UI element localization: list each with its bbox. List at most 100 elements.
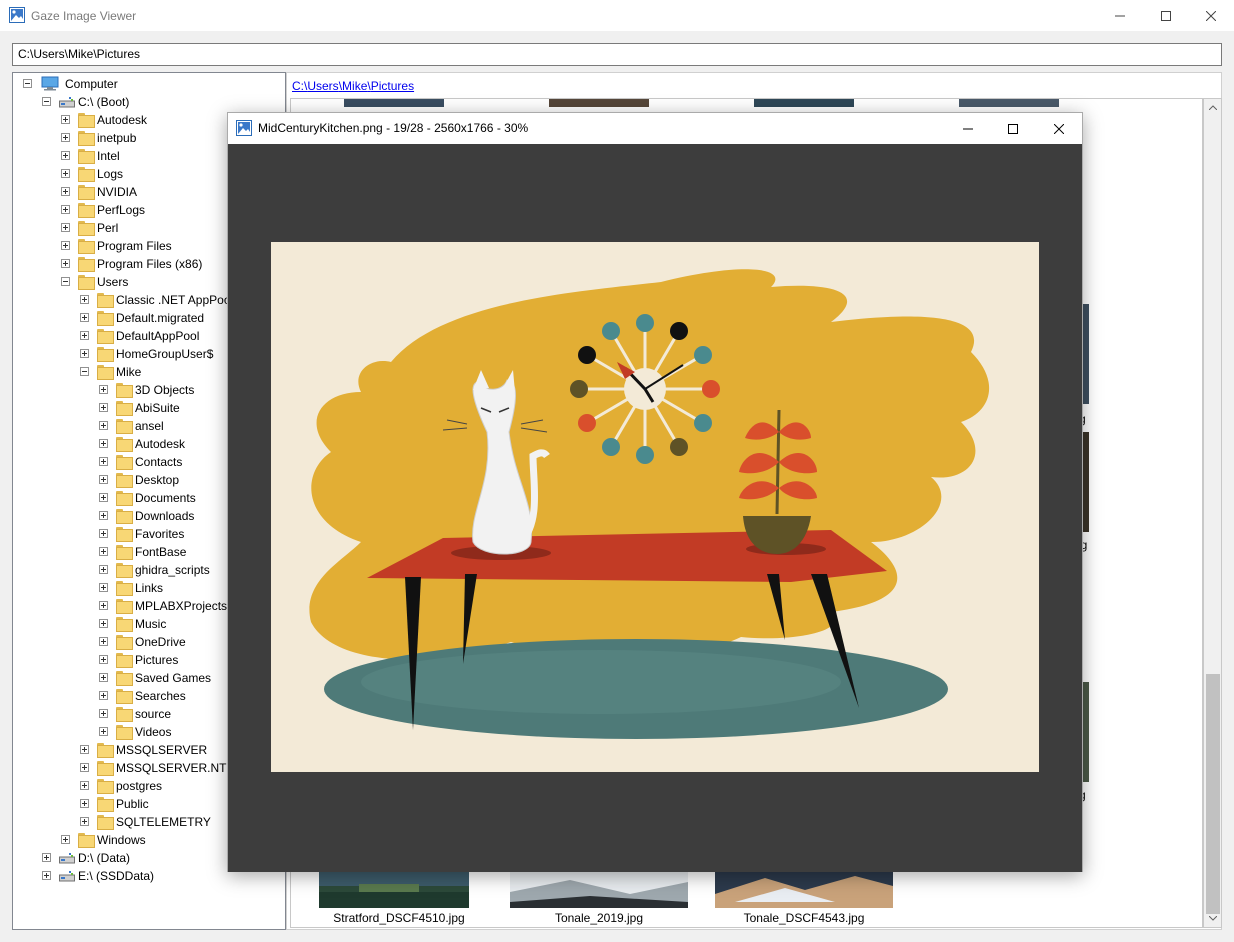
thumbnail-caption: Tonale_2019.jpg — [554, 911, 644, 925]
expand-toggle[interactable] — [80, 349, 89, 358]
scroll-down-button[interactable] — [1204, 910, 1221, 927]
expand-toggle[interactable] — [99, 475, 108, 484]
expand-toggle[interactable] — [99, 457, 108, 466]
expand-toggle[interactable] — [99, 691, 108, 700]
close-button[interactable] — [1188, 0, 1234, 31]
thumbnail-partial[interactable] — [959, 99, 1059, 107]
minimize-button[interactable] — [1097, 0, 1143, 31]
expand-toggle[interactable] — [99, 421, 108, 430]
thumbnail[interactable] — [319, 872, 469, 908]
vertical-scrollbar[interactable] — [1203, 98, 1222, 928]
thumbnail-partial[interactable] — [754, 99, 854, 107]
expand-toggle[interactable] — [61, 151, 70, 160]
viewer-maximize-button[interactable] — [990, 113, 1036, 144]
breadcrumb-part[interactable]: Mike — [342, 79, 367, 93]
collapse-toggle[interactable] — [42, 97, 51, 106]
thumbnail-partial[interactable] — [549, 99, 649, 107]
scrollbar-thumb[interactable] — [1206, 674, 1220, 914]
expand-toggle[interactable] — [99, 565, 108, 574]
expand-toggle[interactable] — [80, 313, 89, 322]
address-input[interactable]: C:\Users\Mike\Pictures — [12, 43, 1222, 66]
drive-icon — [59, 853, 75, 864]
expand-toggle[interactable] — [61, 259, 70, 268]
tree-node-label: Mike — [116, 365, 142, 379]
folder-icon — [78, 221, 95, 236]
tree-node-label: postgres — [116, 779, 163, 793]
expand-toggle[interactable] — [99, 709, 108, 718]
expand-toggle[interactable] — [99, 637, 108, 646]
tree-node-label: Program Files (x86) — [97, 257, 203, 271]
expand-toggle[interactable] — [99, 673, 108, 682]
tree-node-label: NVIDIA — [97, 185, 138, 199]
collapse-toggle[interactable] — [23, 79, 32, 88]
tree-node-label: 3D Objects — [135, 383, 195, 397]
expand-toggle[interactable] — [80, 799, 89, 808]
expand-toggle[interactable] — [61, 133, 70, 142]
expand-toggle[interactable] — [99, 601, 108, 610]
folder-icon — [97, 815, 114, 830]
viewer-title-bar[interactable]: MidCenturyKitchen.png - 19/28 - 2560x176… — [228, 113, 1082, 144]
expand-toggle[interactable] — [61, 241, 70, 250]
maximize-button[interactable] — [1143, 0, 1189, 31]
expand-toggle[interactable] — [99, 403, 108, 412]
folder-icon — [78, 113, 95, 128]
folder-icon — [116, 599, 133, 614]
expand-toggle[interactable] — [42, 853, 51, 862]
expand-toggle[interactable] — [61, 169, 70, 178]
collapse-toggle[interactable] — [80, 367, 89, 376]
image-canvas[interactable] — [228, 144, 1082, 872]
folder-icon — [78, 185, 95, 200]
expand-toggle[interactable] — [99, 511, 108, 520]
folder-icon — [116, 545, 133, 560]
expand-toggle[interactable] — [99, 385, 108, 394]
scroll-up-button[interactable] — [1204, 99, 1221, 116]
tree-node-label: ghidra_scripts — [135, 563, 210, 577]
expand-toggle[interactable] — [99, 439, 108, 448]
tree-node-label: Saved Games — [135, 671, 212, 685]
expand-toggle[interactable] — [99, 493, 108, 502]
expand-toggle[interactable] — [99, 547, 108, 556]
folder-icon — [97, 743, 114, 758]
expand-toggle[interactable] — [61, 223, 70, 232]
breadcrumb-part[interactable]: C: — [292, 79, 304, 93]
expand-toggle[interactable] — [61, 205, 70, 214]
tree-node-label: DefaultAppPool — [116, 329, 200, 343]
folder-icon — [116, 581, 133, 596]
close-icon — [1054, 123, 1064, 134]
expand-toggle[interactable] — [80, 817, 89, 826]
expand-toggle[interactable] — [61, 115, 70, 124]
expand-toggle[interactable] — [99, 583, 108, 592]
tree-node-label: Logs — [97, 167, 124, 181]
expand-toggle[interactable] — [99, 727, 108, 736]
expand-toggle[interactable] — [42, 871, 51, 880]
image-viewer-window[interactable]: MidCenturyKitchen.png - 19/28 - 2560x176… — [227, 112, 1083, 872]
tree-node-label: MPLABXProjects — [135, 599, 228, 613]
tree-node-label: Autodesk — [97, 113, 148, 127]
expand-toggle[interactable] — [61, 187, 70, 196]
thumbnail[interactable] — [715, 872, 893, 908]
expand-toggle[interactable] — [99, 619, 108, 628]
collapse-toggle[interactable] — [61, 277, 70, 286]
app-icon — [9, 7, 25, 23]
folder-icon — [116, 563, 133, 578]
thumbnail[interactable] — [510, 872, 688, 908]
expand-toggle[interactable] — [99, 529, 108, 538]
tree-node[interactable]: C:\ (Boot) — [13, 93, 285, 111]
expand-toggle[interactable] — [80, 781, 89, 790]
tree-node-label: Contacts — [135, 455, 183, 469]
folder-icon — [116, 671, 133, 686]
minimize-icon — [1115, 15, 1125, 16]
thumbnail-partial[interactable] — [344, 99, 444, 107]
tree-node-label: Windows — [97, 833, 146, 847]
viewer-minimize-button[interactable] — [945, 113, 991, 144]
expand-toggle[interactable] — [61, 835, 70, 844]
expand-toggle[interactable] — [80, 763, 89, 772]
breadcrumb-part[interactable]: Users — [307, 79, 338, 93]
expand-toggle[interactable] — [80, 745, 89, 754]
expand-toggle[interactable] — [80, 295, 89, 304]
tree-node-label: C:\ (Boot) — [78, 95, 130, 109]
breadcrumb-part[interactable]: Pictures — [371, 79, 414, 93]
expand-toggle[interactable] — [80, 331, 89, 340]
expand-toggle[interactable] — [99, 655, 108, 664]
viewer-close-button[interactable] — [1036, 113, 1082, 144]
